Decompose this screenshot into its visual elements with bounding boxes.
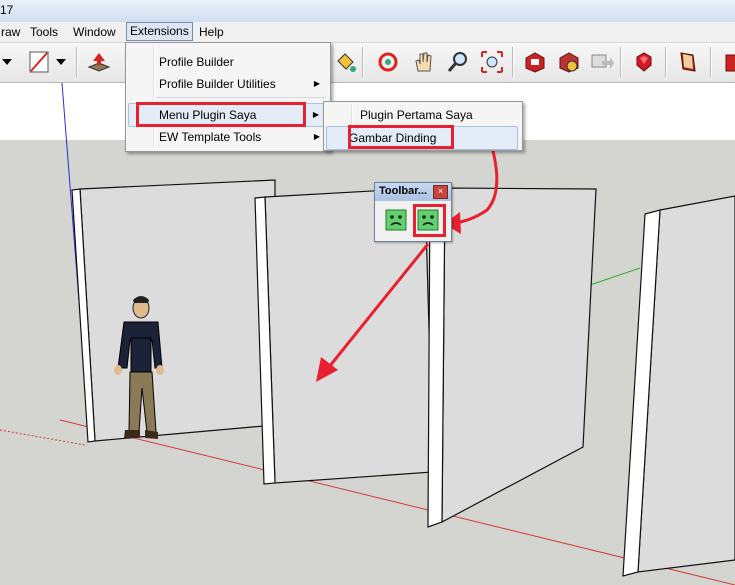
menu-extensions[interactable]: Extensions	[126, 22, 193, 41]
menu-item-label: Profile Builder	[159, 55, 234, 69]
menu-item-label: Plugin Pertama Saya	[360, 108, 473, 122]
toolbar-separator	[620, 47, 622, 77]
warehouse-icon[interactable]	[522, 49, 548, 75]
menu-window[interactable]: Window	[70, 23, 119, 41]
submenu-arrow-icon: ▶	[312, 110, 319, 119]
submenu-arrow-icon: ▶	[313, 132, 320, 141]
line-tool-icon[interactable]	[26, 49, 52, 75]
toolbar-separator	[512, 47, 514, 77]
ruby-console-icon[interactable]	[631, 49, 657, 75]
share-model-icon[interactable]	[556, 49, 582, 75]
menu-tools[interactable]: Tools	[27, 23, 61, 41]
cube-icon[interactable]	[722, 49, 735, 75]
highlight-box	[348, 125, 454, 149]
submenu-arrow-icon: ▶	[313, 79, 320, 88]
menu-separator	[156, 97, 326, 98]
plugin-pertama-icon[interactable]	[385, 209, 407, 231]
paint-bucket-icon[interactable]	[332, 49, 358, 75]
menu-item-plugin-pertama-saya[interactable]: Plugin Pertama Saya	[326, 104, 518, 126]
dropdown-arrow-icon[interactable]	[0, 49, 14, 75]
floating-toolbar-title: Toolbar...	[379, 185, 428, 197]
menu-help[interactable]: Help	[196, 23, 227, 41]
highlight-box	[136, 102, 306, 127]
floating-toolbar-caption[interactable]: Toolbar... ×	[375, 183, 451, 201]
close-icon[interactable]: ×	[433, 185, 448, 199]
wall-face	[79, 179, 276, 442]
extensions-dropdown: Profile Builder Profile Builder Utilitie…	[125, 42, 331, 152]
menu-item-ew-template-tools[interactable]: EW Template Tools ▶	[128, 126, 326, 148]
menu-draw[interactable]: raw	[0, 23, 23, 41]
pan-hand-icon[interactable]	[410, 49, 436, 75]
menu-bar: raw Tools Window Extensions Help	[0, 22, 735, 43]
dropdown-arrow-icon[interactable]	[54, 49, 68, 75]
orbit-icon[interactable]	[375, 49, 401, 75]
push-pull-icon[interactable]	[86, 49, 112, 75]
window-title: 17	[0, 3, 14, 17]
menu-item-profile-builder[interactable]: Profile Builder	[128, 51, 326, 73]
zoom-extents-icon[interactable]	[479, 49, 505, 75]
share-component-icon[interactable]	[588, 49, 614, 75]
toolbar-separator	[710, 47, 712, 77]
menu-item-profile-builder-utilities[interactable]: Profile Builder Utilities ▶	[128, 73, 326, 95]
extension-book-icon[interactable]	[675, 49, 701, 75]
toolbar-separator	[362, 47, 364, 77]
window-title-bar: 17	[0, 0, 735, 22]
zoom-icon[interactable]	[445, 49, 471, 75]
toolbar-separator	[665, 47, 667, 77]
modeling-viewport[interactable]	[0, 83, 735, 585]
main-toolbar	[0, 43, 735, 83]
scene-canvas	[0, 83, 735, 585]
highlight-box	[413, 204, 446, 237]
toolbar-separator	[76, 47, 78, 77]
menu-item-label: Profile Builder Utilities	[159, 77, 276, 91]
menu-item-label: EW Template Tools	[159, 130, 262, 144]
